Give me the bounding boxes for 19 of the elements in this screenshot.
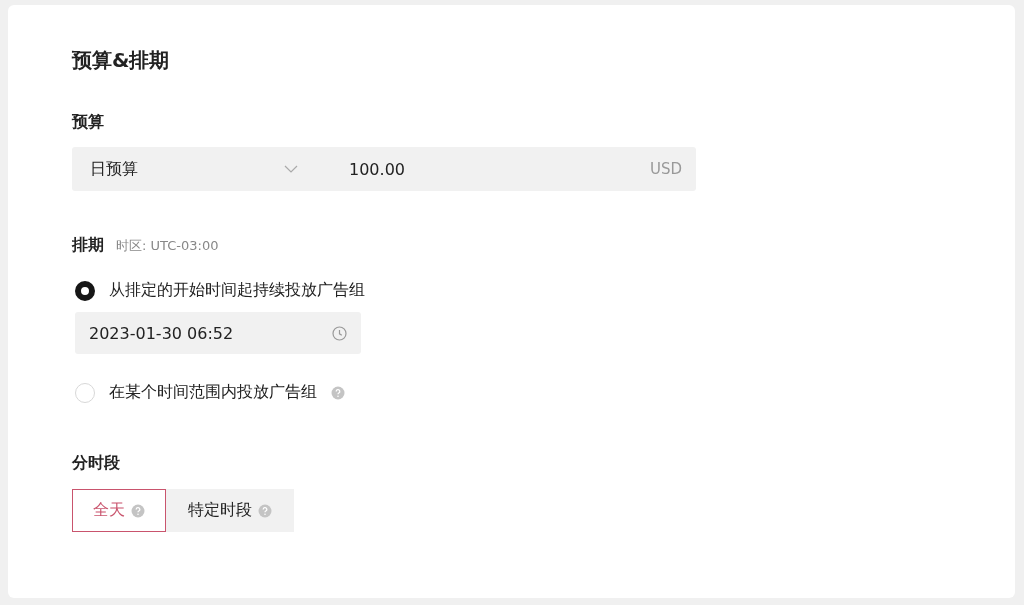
timezone-label: 时区: UTC-03:00	[116, 237, 219, 255]
section-title: 预算&排期	[72, 47, 171, 74]
start-time-field[interactable]: 2023-01-30 06:52	[75, 312, 361, 354]
help-icon	[131, 503, 145, 518]
budget-amount-field[interactable]: 100.00 USD	[316, 147, 696, 191]
budget-type-dropdown[interactable]: 日预算	[72, 147, 316, 191]
help-icon	[331, 385, 345, 400]
clock-icon	[332, 325, 347, 341]
field-label: 预算	[72, 112, 105, 133]
help-icon	[258, 503, 272, 518]
segment-tab[interactable]: 特定时段	[166, 489, 294, 532]
field-label: 排期	[72, 235, 104, 256]
radio-button[interactable]	[75, 280, 95, 301]
radio-label[interactable]: 在某个时间范围内投放广告组	[109, 382, 317, 403]
radio-label[interactable]: 从排定的开始时间起持续投放广告组	[109, 280, 365, 301]
currency-unit: USD	[649, 160, 682, 178]
segment-tab[interactable]: 全天	[72, 489, 166, 532]
field-label: 分时段	[72, 453, 121, 474]
chevron-down-icon	[284, 165, 298, 173]
